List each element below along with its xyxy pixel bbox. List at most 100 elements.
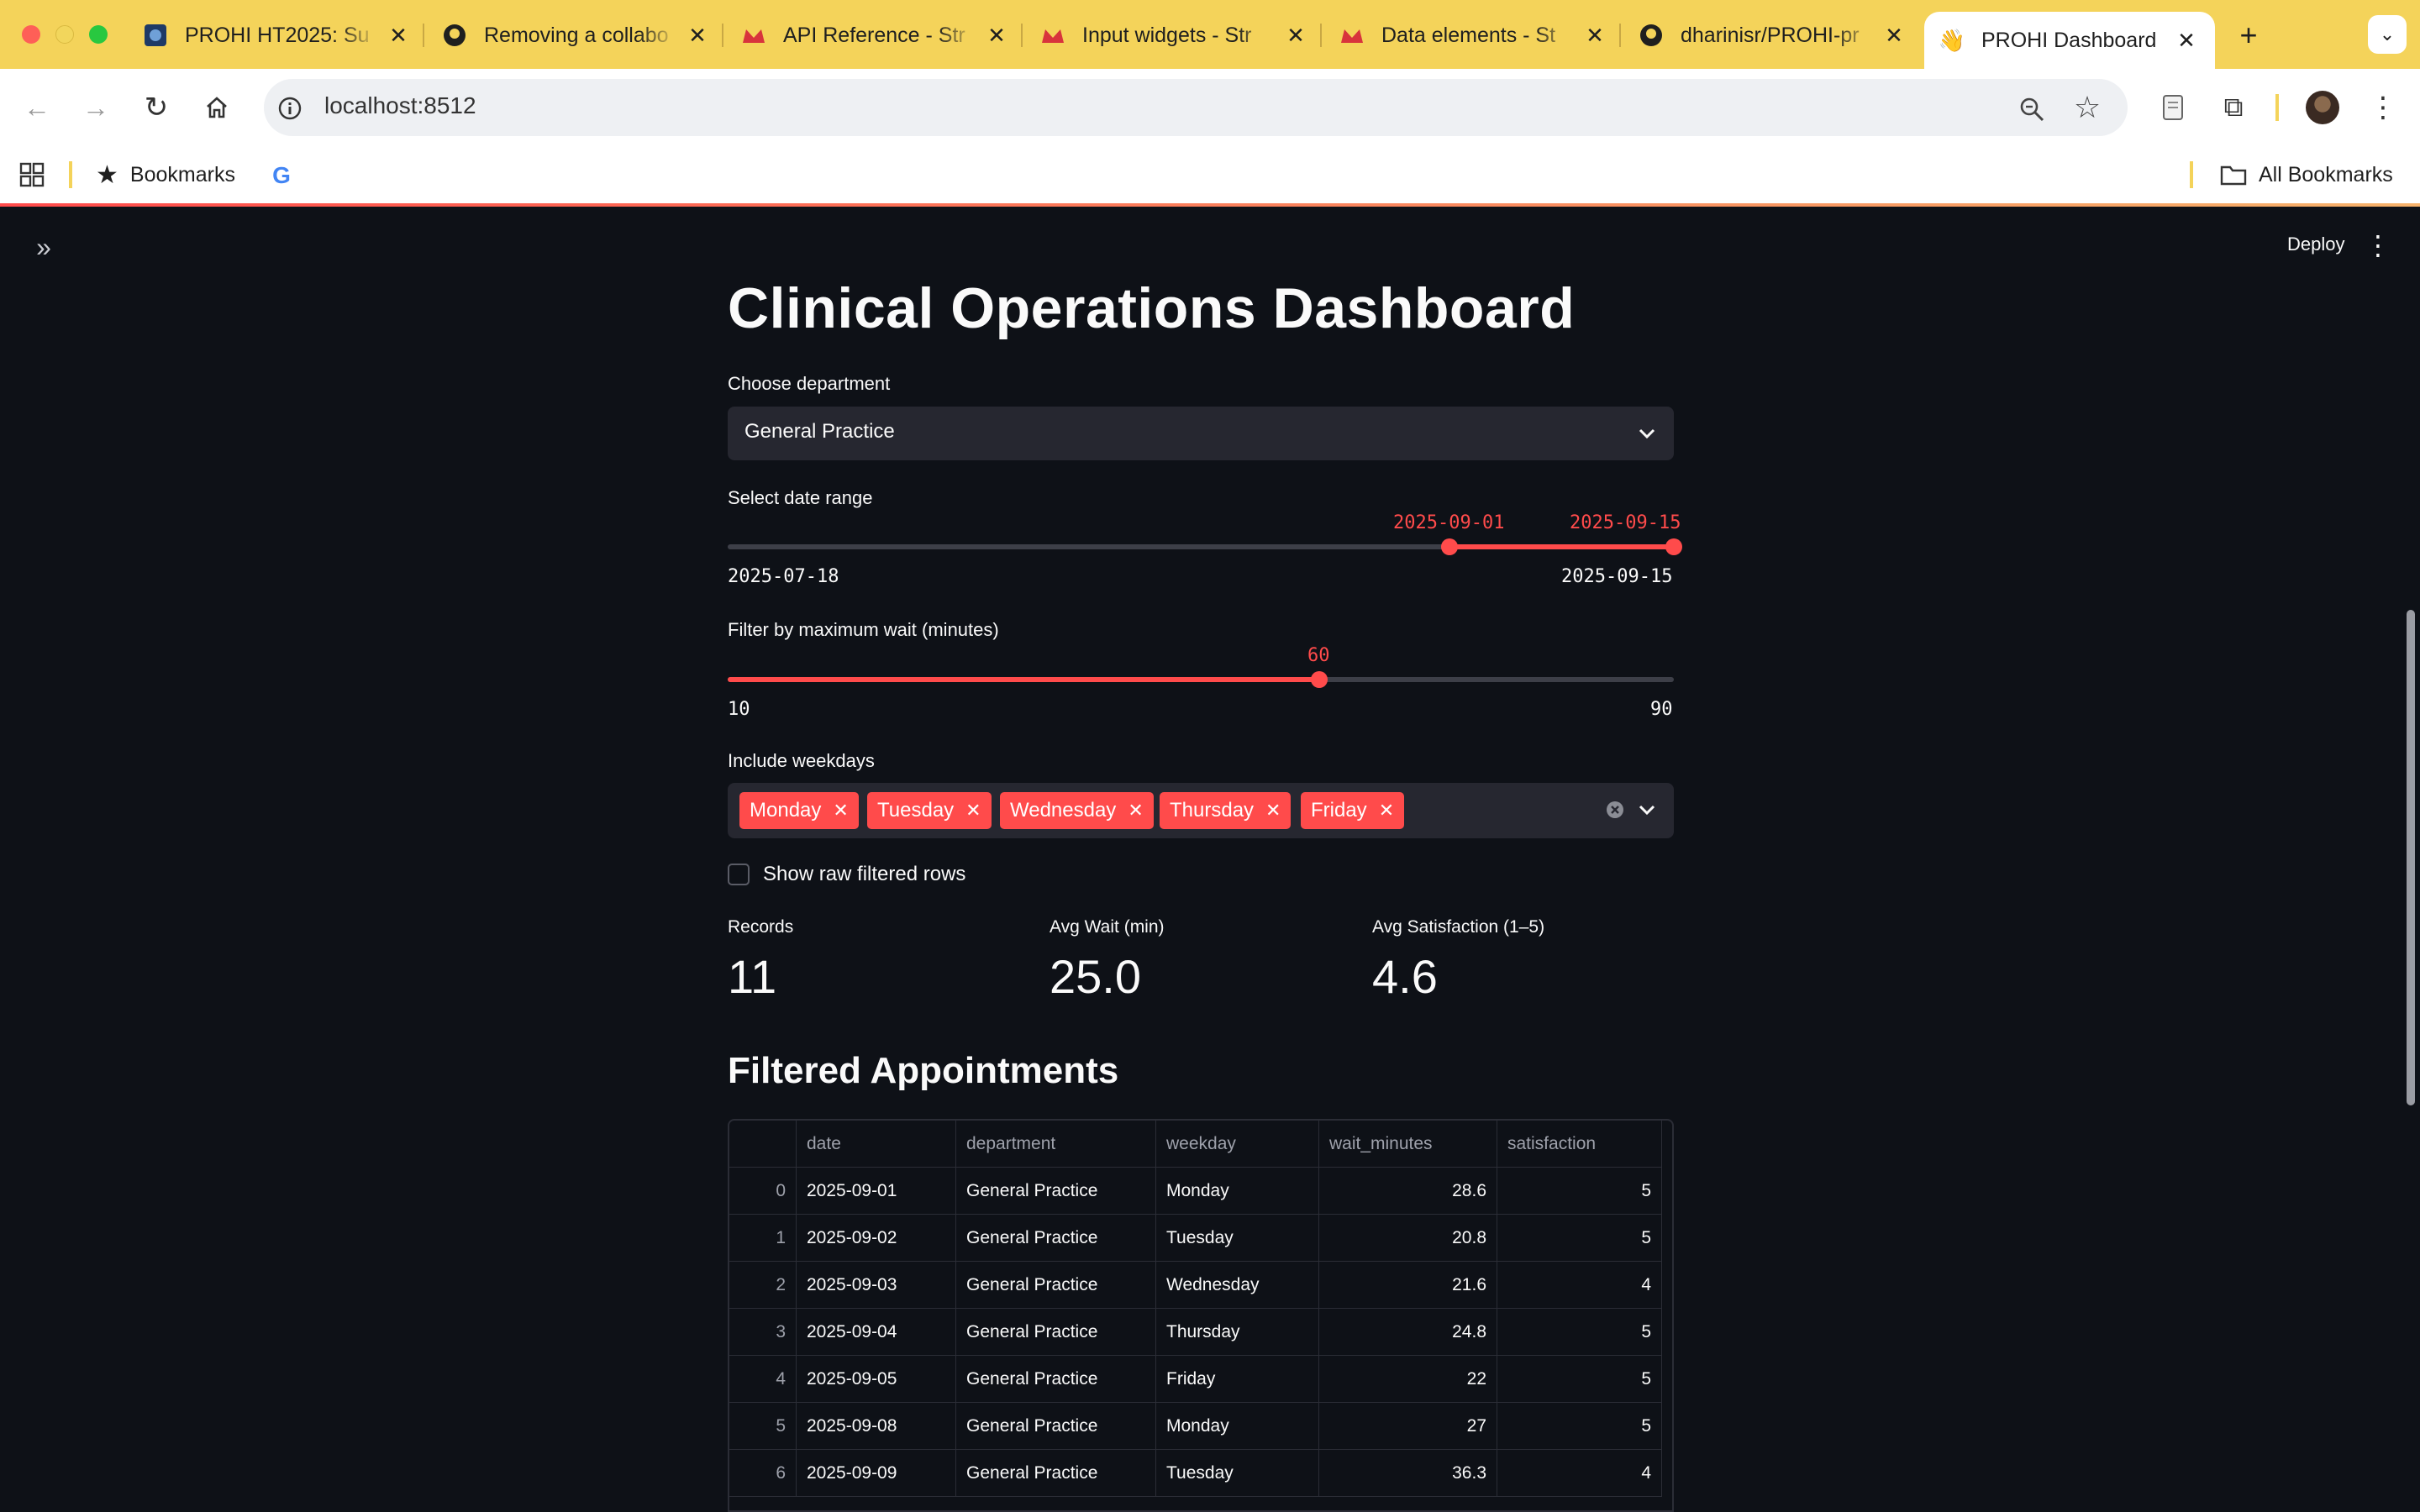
weekday-cell[interactable]: Tuesday xyxy=(1156,1215,1319,1262)
department-cell[interactable]: General Practice xyxy=(956,1403,1156,1450)
weekday-cell[interactable]: Monday xyxy=(1156,1168,1319,1215)
row-index[interactable]: 4 xyxy=(729,1356,797,1403)
close-tab-icon[interactable]: ✕ xyxy=(2175,28,2198,54)
weekday-chip-wednesday[interactable]: Wednesday ✕ xyxy=(1000,792,1154,829)
department-cell[interactable]: General Practice xyxy=(956,1356,1156,1403)
browser-tab[interactable]: API Reference - Str ✕ xyxy=(741,12,1008,59)
department-header[interactable]: department xyxy=(956,1121,1156,1168)
apps-grid-icon[interactable] xyxy=(17,160,47,190)
deploy-button[interactable]: Deploy xyxy=(2287,234,2344,255)
app-menu-icon[interactable]: ⋮ xyxy=(2363,228,2393,262)
row-index[interactable]: 0 xyxy=(729,1168,797,1215)
clear-all-icon[interactable] xyxy=(1603,798,1627,822)
satisfaction-cell[interactable]: 5 xyxy=(1497,1168,1662,1215)
index-header[interactable] xyxy=(729,1121,797,1168)
browser-tab[interactable]: Input widgets - Str ✕ xyxy=(1040,12,1307,59)
address-bar[interactable] xyxy=(264,79,2128,136)
satisfaction-cell[interactable]: 5 xyxy=(1497,1309,1662,1356)
weekday-chip-thursday[interactable]: Thursday ✕ xyxy=(1160,792,1292,829)
row-index[interactable]: 1 xyxy=(729,1215,797,1262)
weekday-cell[interactable]: Wednesday xyxy=(1156,1262,1319,1309)
new-tab-button[interactable]: + xyxy=(2230,17,2267,54)
remove-chip-icon[interactable]: ✕ xyxy=(1379,800,1394,822)
row-index[interactable]: 2 xyxy=(729,1262,797,1309)
home-button[interactable] xyxy=(198,89,235,126)
wait-minutes-cell[interactable]: 36.3 xyxy=(1319,1450,1497,1497)
weekday-chip-monday[interactable]: Monday ✕ xyxy=(739,792,859,829)
chevron-down-icon[interactable] xyxy=(1634,418,1660,449)
wait-minutes-header[interactable]: wait_minutes xyxy=(1319,1121,1497,1168)
close-tab-icon[interactable]: ✕ xyxy=(1882,23,1906,49)
remove-chip-icon[interactable]: ✕ xyxy=(1128,800,1143,822)
row-index[interactable]: 3 xyxy=(729,1309,797,1356)
weekday-header[interactable]: weekday xyxy=(1156,1121,1319,1168)
close-tab-icon[interactable]: ✕ xyxy=(985,23,1008,49)
site-info-icon[interactable] xyxy=(276,94,304,123)
date-cell[interactable]: 2025-09-03 xyxy=(797,1262,956,1309)
satisfaction-header[interactable]: satisfaction xyxy=(1497,1121,1662,1168)
wait-minutes-cell[interactable]: 28.6 xyxy=(1319,1168,1497,1215)
weekday-chip-tuesday[interactable]: Tuesday ✕ xyxy=(867,792,992,829)
satisfaction-cell[interactable]: 5 xyxy=(1497,1356,1662,1403)
close-window-button[interactable] xyxy=(22,25,40,44)
extensions-icon[interactable]: ⧉ xyxy=(2215,89,2252,126)
weekday-chip-friday[interactable]: Friday ✕ xyxy=(1301,792,1405,829)
weekday-cell[interactable]: Thursday xyxy=(1156,1309,1319,1356)
wait-minutes-cell[interactable]: 20.8 xyxy=(1319,1215,1497,1262)
forward-button[interactable]: → xyxy=(77,89,114,126)
browser-tab[interactable]: Data elements - St ✕ xyxy=(1339,12,1607,59)
remove-chip-icon[interactable]: ✕ xyxy=(833,800,848,822)
row-index[interactable]: 5 xyxy=(729,1403,797,1450)
browser-tab[interactable]: dharinisr/PROHI-pr ✕ xyxy=(1639,12,1906,59)
url-text[interactable]: localhost:8512 xyxy=(324,92,476,119)
wait-minutes-cell[interactable]: 21.6 xyxy=(1319,1262,1497,1309)
close-tab-icon[interactable]: ✕ xyxy=(686,23,709,49)
tab-search-button[interactable]: ⌄ xyxy=(2368,15,2407,54)
wait-minutes-cell[interactable]: 22 xyxy=(1319,1356,1497,1403)
browser-menu-icon[interactable]: ⋮ xyxy=(2368,89,2398,126)
date-header[interactable]: date xyxy=(797,1121,956,1168)
date-range-end-thumb[interactable] xyxy=(1665,538,1682,555)
reading-mode-icon[interactable] xyxy=(2156,91,2190,124)
department-cell[interactable]: General Practice xyxy=(956,1309,1156,1356)
satisfaction-cell[interactable]: 5 xyxy=(1497,1215,1662,1262)
back-button[interactable]: ← xyxy=(18,89,55,126)
satisfaction-cell[interactable]: 4 xyxy=(1497,1262,1662,1309)
minimize-window-button[interactable] xyxy=(55,25,74,44)
close-tab-icon[interactable]: ✕ xyxy=(387,23,410,49)
department-cell[interactable]: General Practice xyxy=(956,1450,1156,1497)
date-range-start-thumb[interactable] xyxy=(1441,538,1459,555)
bookmark-star-icon[interactable]: ☆ xyxy=(2069,89,2106,126)
profile-avatar[interactable] xyxy=(2306,91,2339,124)
remove-chip-icon[interactable]: ✕ xyxy=(1265,800,1281,822)
maximize-window-button[interactable] xyxy=(89,25,108,44)
expand-sidebar-icon[interactable]: » xyxy=(27,230,60,264)
date-cell[interactable]: 2025-09-04 xyxy=(797,1309,956,1356)
row-index[interactable]: 6 xyxy=(729,1450,797,1497)
google-icon[interactable]: G xyxy=(267,161,296,190)
browser-tab-active[interactable]: 👋 PROHI Dashboard ✕ xyxy=(1924,12,2215,69)
page-scrollbar[interactable] xyxy=(2407,610,2415,1105)
date-cell[interactable]: 2025-09-05 xyxy=(797,1356,956,1403)
department-cell[interactable]: General Practice xyxy=(956,1168,1156,1215)
department-cell[interactable]: General Practice xyxy=(956,1215,1156,1262)
date-cell[interactable]: 2025-09-02 xyxy=(797,1215,956,1262)
bookmarks-folder[interactable]: ★ Bookmarks xyxy=(96,158,235,192)
chevron-down-icon[interactable] xyxy=(1634,795,1660,825)
max-wait-thumb[interactable] xyxy=(1310,671,1328,688)
date-cell[interactable]: 2025-09-01 xyxy=(797,1168,956,1215)
show-raw-label[interactable]: Show raw filtered rows xyxy=(763,863,965,886)
weekday-cell[interactable]: Monday xyxy=(1156,1403,1319,1450)
date-cell[interactable]: 2025-09-09 xyxy=(797,1450,956,1497)
all-bookmarks-folder[interactable]: All Bookmarks xyxy=(2220,158,2393,192)
department-cell[interactable]: General Practice xyxy=(956,1262,1156,1309)
weekday-cell[interactable]: Tuesday xyxy=(1156,1450,1319,1497)
close-tab-icon[interactable]: ✕ xyxy=(1583,23,1607,49)
browser-tab[interactable]: PROHI HT2025: Su ✕ xyxy=(143,12,410,59)
zoom-icon[interactable] xyxy=(2015,92,2049,126)
satisfaction-cell[interactable]: 5 xyxy=(1497,1403,1662,1450)
close-tab-icon[interactable]: ✕ xyxy=(1284,23,1307,49)
reload-button[interactable]: ↻ xyxy=(138,89,175,126)
wait-minutes-cell[interactable]: 27 xyxy=(1319,1403,1497,1450)
satisfaction-cell[interactable]: 4 xyxy=(1497,1450,1662,1497)
